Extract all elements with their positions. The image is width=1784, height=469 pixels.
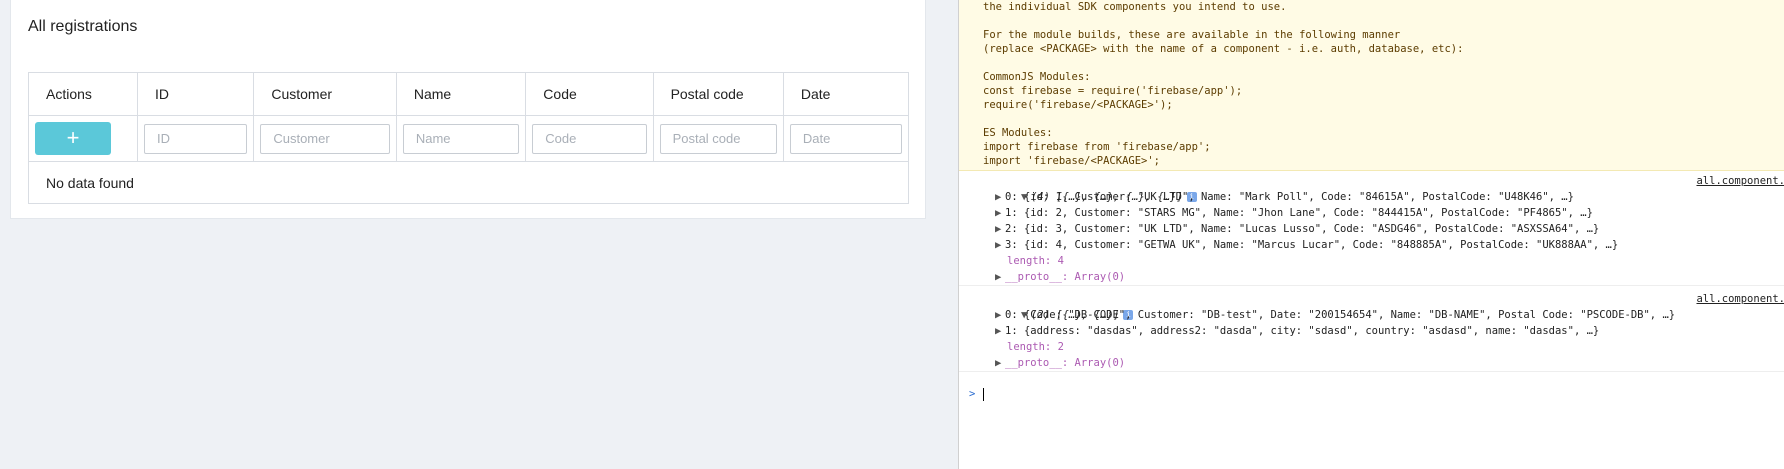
warning-line: (replace <PACKAGE> with the name of a co… <box>983 43 1464 55</box>
filter-customer-input[interactable] <box>260 123 390 154</box>
text-caret <box>983 387 985 401</box>
filter-postal-code-input[interactable] <box>659 123 777 154</box>
filter-row: + <box>28 115 910 162</box>
warning-line: const firebase = require('firebase/app')… <box>983 85 1243 97</box>
console-warning: the individual SDK components you intend… <box>959 0 1784 171</box>
log-array-item[interactable]: ▶ 1: {address: "dasdas", address2: "dasda… <box>959 323 1784 339</box>
warning-line: require('firebase/<PACKAGE>'); <box>983 99 1173 111</box>
log-proto-text: __proto__: Array(0) <box>1005 271 1126 283</box>
log-array-item[interactable]: ▶ 0: {Code: "DB-CODE", Customer: "DB-test… <box>959 307 1784 323</box>
column-header-id[interactable]: ID <box>136 72 255 116</box>
log-proto[interactable]: ▶ __proto__: Array(0) <box>959 269 1784 285</box>
console-log-entry: ▼ (2) [{…}, {…}] i all.component. ▶ 0: {Cod… <box>959 291 1784 372</box>
app-area: All registrations Actions ID Customer Na… <box>0 0 958 469</box>
collapse-caret-icon[interactable]: ▶ <box>995 237 1005 253</box>
warning-line: import 'firebase/<PACKAGE>'; <box>983 155 1161 167</box>
log-length: length: 2 <box>1007 341 1064 353</box>
log-proto-text: __proto__: Array(0) <box>1005 357 1126 369</box>
column-header-actions: Actions <box>28 72 138 116</box>
console-prompt[interactable]: > <box>959 383 1784 405</box>
log-header-row[interactable]: ▼ (4) [{…}, {…}, {…}, {…}] i all.component… <box>959 173 1784 203</box>
filter-code-input[interactable] <box>532 123 647 154</box>
collapse-caret-icon[interactable]: ▶ <box>995 205 1005 221</box>
log-item-text: 1: {address: "dasdas", address2: "dasda"… <box>1005 325 1600 337</box>
log-item-text: 0: {id: 1, Customer: "UK LTD", Name: "Ma… <box>1005 191 1574 203</box>
column-header-date[interactable]: Date <box>782 72 910 116</box>
warning-line <box>983 112 1784 126</box>
warning-line <box>983 56 1784 70</box>
add-registration-button[interactable]: + <box>35 122 111 155</box>
collapse-caret-icon[interactable]: ▶ <box>995 323 1005 339</box>
source-link[interactable]: all.component. <box>1696 291 1784 307</box>
collapse-caret-icon[interactable]: ▶ <box>995 269 1005 285</box>
registrations-table: Actions ID Customer Name Code Postal cod… <box>28 72 910 204</box>
log-length: length: 4 <box>1007 255 1064 267</box>
console-log-entry: ▼ (4) [{…}, {…}, {…}, {…}] i all.component… <box>959 173 1784 286</box>
devtools-console: the individual SDK components you intend… <box>958 0 1784 469</box>
warning-line: ES Modules: <box>983 127 1053 139</box>
log-proto[interactable]: ▶ __proto__: Array(0) <box>959 355 1784 371</box>
column-header-code[interactable]: Code <box>525 72 654 116</box>
no-data-message: No data found <box>28 161 909 204</box>
filter-cell-actions: + <box>28 115 138 162</box>
log-item-text: 3: {id: 4, Customer: "GETWA UK", Name: "… <box>1005 239 1619 251</box>
filter-date-input[interactable] <box>789 123 902 154</box>
collapse-caret-icon[interactable]: ▶ <box>995 355 1005 371</box>
log-item-text: 1: {id: 2, Customer: "STARS MG", Name: "… <box>1005 207 1593 219</box>
log-array-item[interactable]: ▶ 0: {id: 1, Customer: "UK LTD", Name: "M… <box>959 189 1784 205</box>
column-header-postal-code[interactable]: Postal code <box>652 72 784 116</box>
page-title: All registrations <box>28 18 138 35</box>
warning-line: the individual SDK components you intend… <box>983 1 1287 13</box>
log-array-item[interactable]: ▶ 3: {id: 4, Customer: "GETWA UK", Name: … <box>959 237 1784 253</box>
prompt-chevron-icon: > <box>969 388 976 400</box>
log-item-text: 2: {id: 3, Customer: "UK LTD", Name: "Lu… <box>1005 223 1600 235</box>
filter-name-input[interactable] <box>402 123 520 154</box>
log-array-item[interactable]: ▶ 1: {id: 2, Customer: "STARS MG", Name: … <box>959 205 1784 221</box>
collapse-caret-icon[interactable]: ▶ <box>995 307 1005 323</box>
column-header-customer[interactable]: Customer <box>253 72 397 116</box>
log-array-item[interactable]: ▶ 2: {id: 3, Customer: "UK LTD", Name: "L… <box>959 221 1784 237</box>
registrations-card: All registrations Actions ID Customer Na… <box>10 0 926 219</box>
empty-row: No data found <box>28 161 909 204</box>
table-header-row: Actions ID Customer Name Code Postal cod… <box>28 72 910 116</box>
warning-line <box>983 14 1784 28</box>
log-item-text: 0: {Code: "DB-CODE", Customer: "DB-test"… <box>1005 309 1676 321</box>
warning-line: For the module builds, these are availab… <box>983 29 1401 41</box>
source-link[interactable]: all.component. <box>1696 173 1784 189</box>
filter-id-input[interactable] <box>144 123 248 154</box>
warning-line: import firebase from 'firebase/app'; <box>983 141 1211 153</box>
collapse-caret-icon[interactable]: ▶ <box>995 189 1005 205</box>
log-header-row[interactable]: ▼ (2) [{…}, {…}] i all.component. <box>959 291 1784 321</box>
warning-line: CommonJS Modules: <box>983 71 1091 83</box>
collapse-caret-icon[interactable]: ▶ <box>995 221 1005 237</box>
column-header-name[interactable]: Name <box>395 72 527 116</box>
